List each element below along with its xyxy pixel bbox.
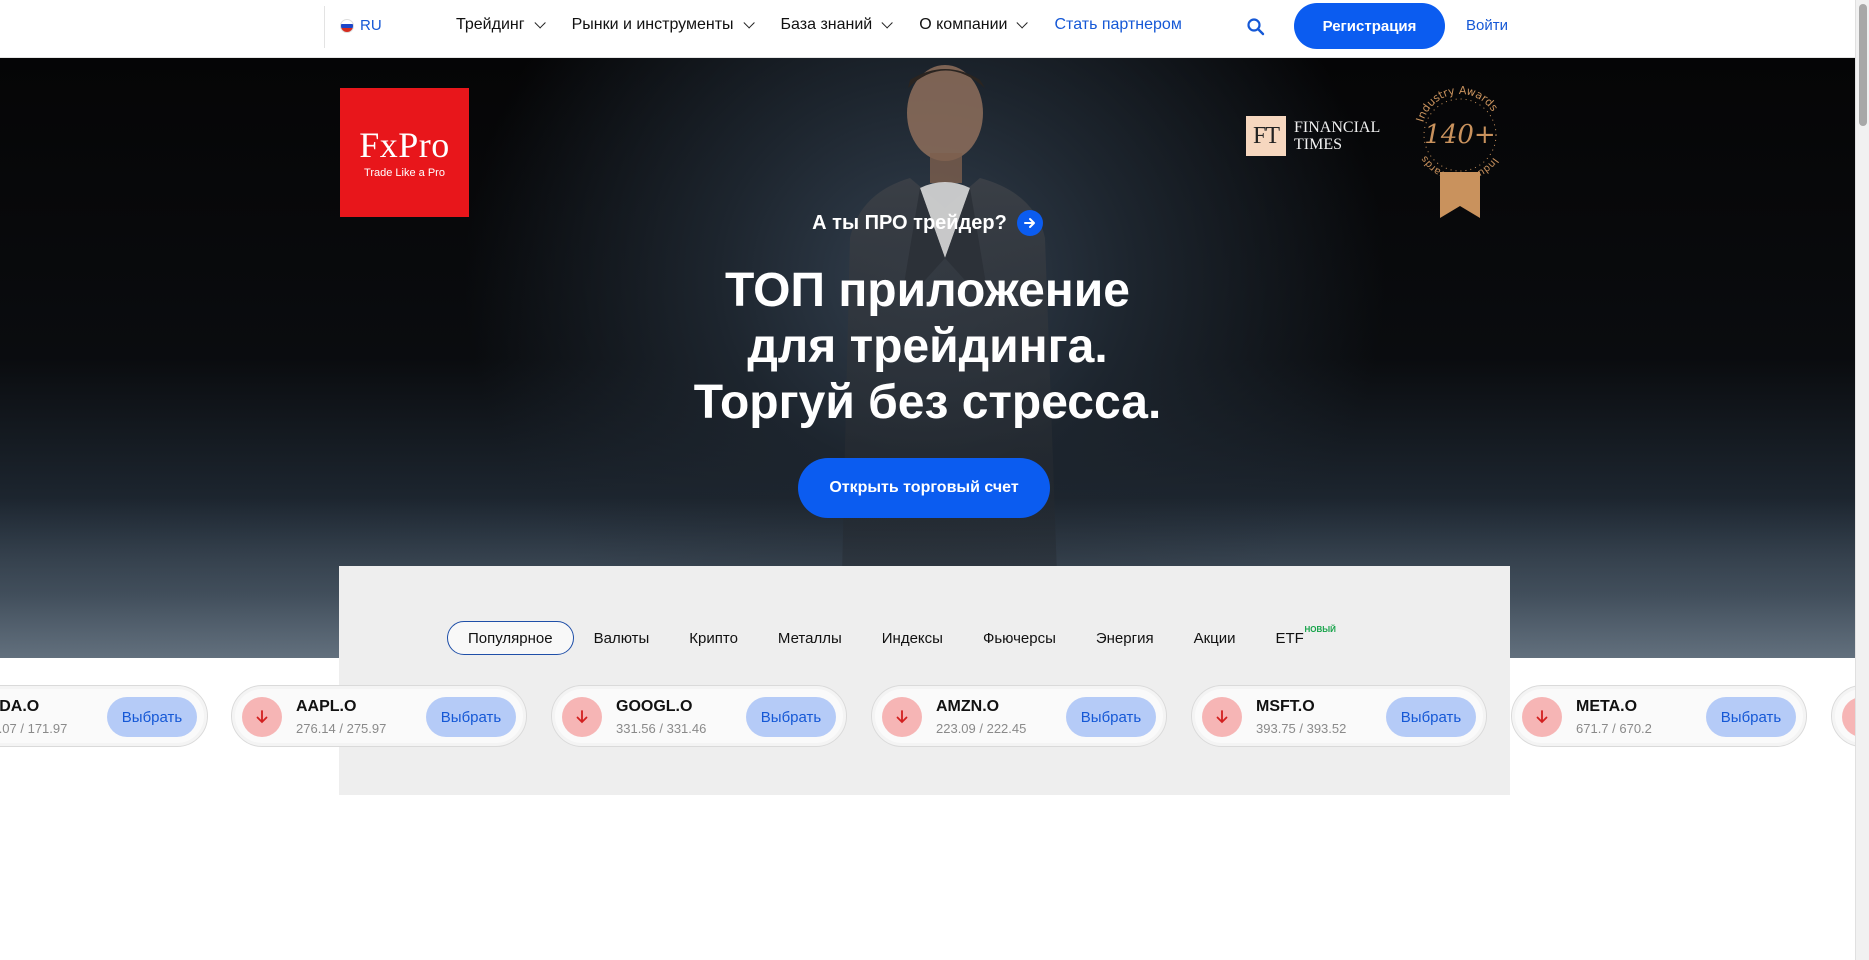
language-selector[interactable]: RU	[340, 17, 382, 34]
tab-currencies[interactable]: Валюты	[574, 621, 670, 655]
industry-awards-badge: Industry Awards Industry Awards 140+	[1414, 84, 1501, 218]
tab-shares[interactable]: Акции	[1174, 621, 1256, 655]
tab-crypto[interactable]: Крипто	[669, 621, 758, 655]
svg-text:Industry Awards: Industry Awards	[1414, 84, 1501, 124]
nav-trading-label: Трейдинг	[456, 16, 525, 33]
chevron-down-icon	[881, 17, 894, 29]
ticker-prices: 223.09 / 222.45	[936, 721, 1027, 736]
logo-tagline: Trade Like a Pro	[364, 166, 445, 179]
arrow-down-icon	[882, 697, 922, 737]
scrollbar-thumb[interactable]	[1859, 4, 1867, 126]
russia-flag-icon	[340, 18, 354, 33]
tab-label: Крипто	[689, 629, 738, 647]
ticker-prices: 393.75 / 393.52	[1256, 721, 1347, 736]
ft-logo-text: FINANCIAL TIMES	[1294, 119, 1381, 153]
select-button[interactable]: Выбрать	[426, 697, 516, 737]
hero-kicker-text: А ты ПРО трейдер?	[812, 211, 1007, 234]
select-button[interactable]: Выбрать	[1066, 697, 1156, 737]
arrow-down-icon	[1202, 697, 1242, 737]
new-badge: НОВЫЙ	[1304, 625, 1336, 634]
search-icon[interactable]	[1246, 17, 1266, 37]
arrow-down-icon	[1842, 697, 1855, 737]
ticker-prices: 671.7 / 670.2	[1576, 721, 1652, 736]
ticker-prices: 276.14 / 275.97	[296, 721, 387, 736]
hero-headline-line-3: Торгуй без стресса.	[693, 376, 1162, 429]
ticker-card[interactable]: AMZN.O 223.09 / 222.45 Выбрать	[871, 685, 1167, 747]
tab-energy[interactable]: Энергия	[1076, 621, 1174, 655]
tab-indices[interactable]: Индексы	[862, 621, 963, 655]
nav-about-label: О компании	[919, 16, 1008, 33]
ticker-symbol: AAPL.O	[296, 698, 357, 715]
nav-knowledge-base-label: База знаний	[780, 16, 873, 33]
ticker-prices: 172.07 / 171.97	[0, 721, 68, 736]
language-label: RU	[360, 17, 382, 34]
tab-label: Металлы	[777, 629, 842, 647]
tab-label: ETF	[1275, 629, 1304, 647]
tab-label: Акции	[1193, 629, 1236, 647]
ft-logo-mark: FT	[1246, 116, 1286, 156]
select-button[interactable]: Выбрать	[107, 697, 197, 737]
chevron-down-icon	[1016, 17, 1029, 29]
arrow-down-icon	[242, 697, 282, 737]
site-header: RU Трейдинг Рынки и инструменты База зна…	[0, 0, 1855, 58]
ticker-card[interactable]: MSFT.O 393.75 / 393.52 Выбрать	[1191, 685, 1487, 747]
ticker-symbol: MSFT.O	[1256, 698, 1315, 715]
ticker-card[interactable]: META.O 671.7 / 670.2 Выбрать	[1511, 685, 1807, 747]
logo-wordmark: FxPro	[359, 124, 450, 165]
tab-label: Фьючерсы	[982, 629, 1056, 647]
nav-become-partner[interactable]: Стать партнером	[1054, 16, 1181, 34]
open-account-button[interactable]: Открыть торговый счет	[798, 458, 1050, 518]
financial-times-badge: FT FINANCIAL TIMES	[1246, 116, 1380, 156]
select-button[interactable]: Выбрать	[1386, 697, 1476, 737]
ticker-symbol: GOOGL.O	[616, 698, 693, 715]
hero-headline-line-2: для трейдинга.	[747, 320, 1108, 373]
ticker-prices: 331.56 / 331.46	[616, 721, 707, 736]
tab-label: Энергия	[1095, 629, 1154, 647]
main-nav: Трейдинг Рынки и инструменты База знаний…	[456, 16, 1182, 34]
chevron-down-icon	[743, 17, 755, 29]
market-category-tabs: Популярное Валюты Крипто Металлы Индексы…	[447, 621, 1336, 655]
header-divider	[324, 6, 325, 48]
select-button[interactable]: Выбрать	[746, 697, 836, 737]
hero-headline: ТОП приложение для трейдинга. Торгуй без…	[0, 263, 1855, 431]
page-scrollbar[interactable]	[1855, 0, 1869, 960]
ticker-symbol: AMZN.O	[936, 698, 1000, 715]
tab-metals[interactable]: Металлы	[758, 621, 862, 655]
nav-about[interactable]: О компании	[919, 16, 1029, 34]
nav-markets[interactable]: Рынки и инструменты	[571, 16, 755, 34]
markets-panel	[339, 566, 1510, 795]
ticker-card[interactable]	[1831, 685, 1855, 747]
tab-etf[interactable]: ETF НОВЫЙ	[1256, 621, 1336, 655]
award-count: 140+	[1424, 120, 1495, 150]
ticker-symbol: META.O	[1576, 698, 1638, 715]
arrow-down-icon	[562, 697, 602, 737]
nav-trading[interactable]: Трейдинг	[456, 16, 546, 34]
tab-label: Валюты	[593, 629, 650, 647]
ticker-card[interactable]: AAPL.O 276.14 / 275.97 Выбрать	[231, 685, 527, 747]
tab-futures[interactable]: Фьючерсы	[963, 621, 1076, 655]
fxpro-logo[interactable]: FxPro Trade Like a Pro	[340, 88, 469, 217]
arrow-down-icon	[1522, 697, 1562, 737]
hero-kicker[interactable]: А ты ПРО трейдер?	[0, 210, 1855, 236]
login-link[interactable]: Войти	[1466, 17, 1508, 34]
tab-label: Популярное	[468, 629, 553, 647]
ticker-card[interactable]: NVDA.O 172.07 / 171.97 Выбрать	[0, 685, 208, 747]
tab-popular[interactable]: Популярное	[447, 621, 574, 655]
chevron-down-icon	[534, 17, 546, 29]
ticker-carousel: NVDA.O 172.07 / 171.97 Выбрать AAPL.O 27…	[0, 685, 1855, 749]
hero-headline-line-1: ТОП приложение	[725, 264, 1130, 317]
register-button[interactable]: Регистрация	[1294, 3, 1445, 49]
tab-label: Индексы	[881, 629, 943, 647]
nav-knowledge-base[interactable]: База знаний	[780, 16, 894, 34]
select-button[interactable]: Выбрать	[1706, 697, 1796, 737]
nav-become-partner-label: Стать партнером	[1054, 16, 1182, 33]
ticker-symbol: NVDA.O	[0, 698, 40, 715]
arrow-right-icon[interactable]	[1016, 210, 1043, 236]
nav-markets-label: Рынки и инструменты	[571, 16, 734, 33]
ticker-card[interactable]: GOOGL.O 331.56 / 331.46 Выбрать	[551, 685, 847, 747]
